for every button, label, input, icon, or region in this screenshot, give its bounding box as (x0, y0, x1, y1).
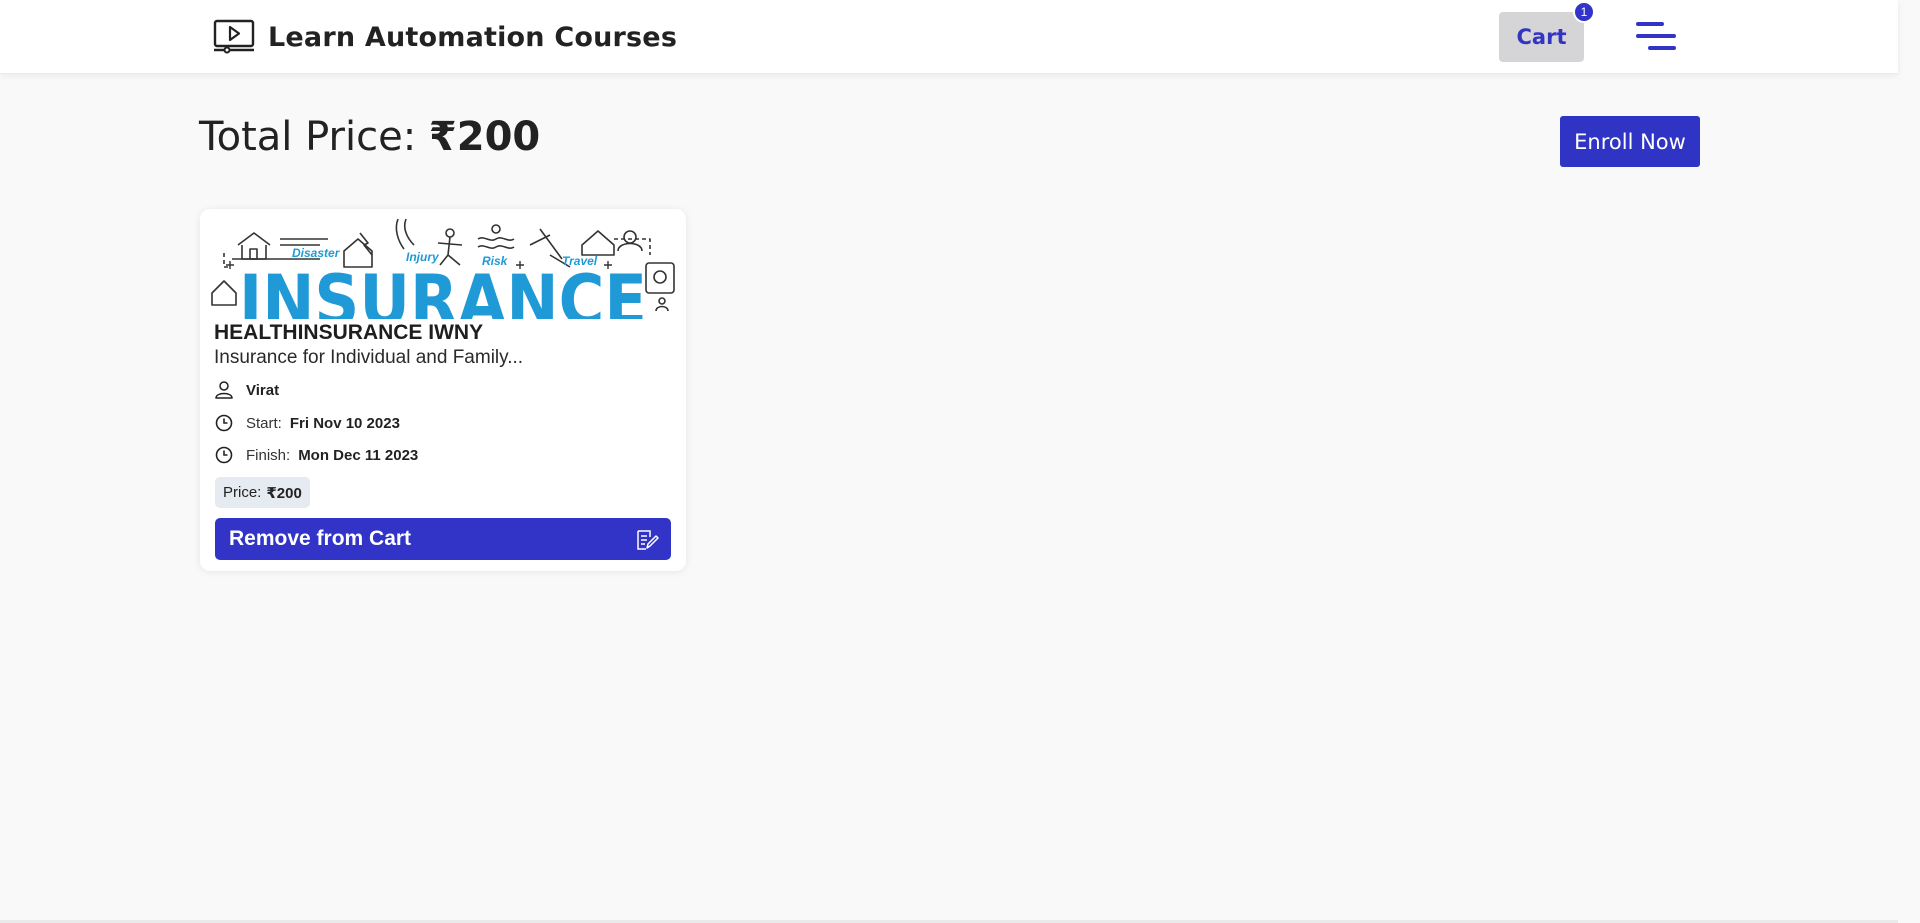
clock-icon (215, 446, 233, 464)
video-course-icon (213, 19, 255, 54)
user-icon (215, 381, 233, 399)
clock-icon (215, 414, 233, 432)
cart-button[interactable]: Cart (1499, 12, 1584, 62)
edit-note-icon (637, 530, 659, 550)
price-label: Price: (223, 484, 262, 501)
start-date-row: Start: Fri Nov 10 2023 (214, 412, 400, 434)
start-label: Start: (246, 414, 282, 432)
price-tag: Price: ₹200 (215, 477, 310, 508)
course-title: HEALTHINSURANCE IWNY (214, 321, 484, 344)
author-row: Virat (214, 379, 279, 401)
enroll-now-button[interactable]: Enroll Now (1560, 116, 1700, 167)
total-price-label: Total Price: (199, 114, 417, 160)
cart-count-badge: 1 (1573, 1, 1595, 23)
top-navbar: Learn Automation Courses Cart 1 (0, 0, 1898, 74)
banner-word: INSURANCE (239, 260, 647, 319)
author-name: Virat (246, 381, 280, 399)
course-card: Disaster Injury Risk Travel INSURANCE HE… (200, 209, 686, 571)
remove-from-cart-label: Remove from Cart (229, 527, 412, 550)
banner-tag-disaster: Disaster (292, 246, 341, 260)
course-image: Disaster Injury Risk Travel INSURANCE (210, 215, 676, 319)
start-date: Fri Nov 10 2023 (289, 414, 400, 432)
insurance-banner-image: Disaster Injury Risk Travel INSURANCE (211, 218, 675, 319)
brand[interactable]: Learn Automation Courses (213, 19, 677, 55)
total-price-value: ₹200 (428, 114, 541, 160)
price-value: ₹200 (266, 484, 302, 502)
remove-from-cart-button[interactable]: Remove from Cart (215, 518, 671, 560)
finish-date: Mon Dec 11 2023 (298, 446, 419, 464)
finish-date-row: Finish: Mon Dec 11 2023 (214, 444, 418, 466)
brand-title: Learn Automation Courses (268, 21, 678, 53)
finish-label: Finish: (246, 446, 291, 464)
course-description: Insurance for Individual and Family... (214, 347, 524, 368)
hamburger-menu-icon[interactable] (1636, 20, 1678, 52)
total-price: Total Price: ₹200 (199, 114, 540, 160)
